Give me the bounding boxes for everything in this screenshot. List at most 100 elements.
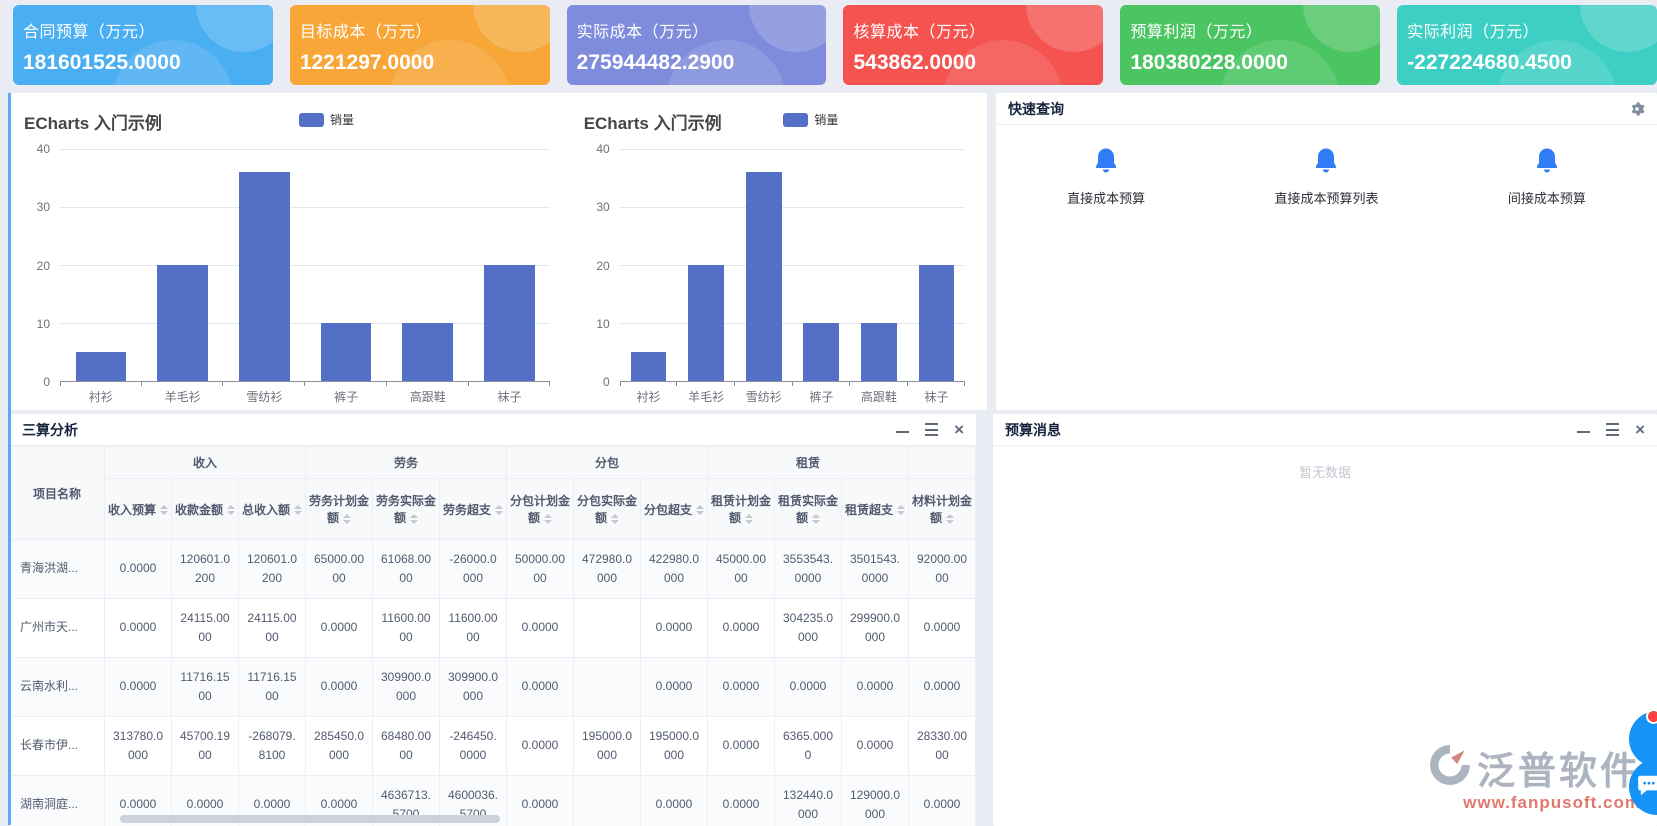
- y-tick-label: 40: [596, 142, 609, 156]
- cell-value: 120601.0200: [172, 540, 239, 599]
- stat-card: 核算成本（万元）543862.0000: [843, 5, 1103, 85]
- cell-value: 132440.0000: [775, 776, 842, 826]
- x-tick-label: 羊毛衫: [677, 382, 735, 406]
- quick-query-item[interactable]: 直接成本预算: [996, 147, 1216, 207]
- stat-card-value: -227224680.4500: [1407, 51, 1645, 75]
- table-row[interactable]: 广州市天...0.000024115.000024115.00000.00001…: [10, 599, 976, 658]
- menu-icon[interactable]: [925, 423, 938, 436]
- bar[interactable]: [746, 172, 782, 381]
- sort-caret-icon[interactable]: [227, 505, 235, 515]
- cell-value: 0.0000: [105, 599, 172, 658]
- chart-title: ECharts 入门示例: [24, 109, 162, 134]
- cell-value: 422980.0000: [641, 540, 708, 599]
- quick-item-label: 直接成本预算列表: [1274, 188, 1378, 207]
- bar[interactable]: [631, 352, 667, 381]
- quick-items: 直接成本预算直接成本预算列表 间接成本预算: [996, 125, 1657, 207]
- column-header[interactable]: 收入预算: [105, 479, 172, 540]
- bar[interactable]: [861, 323, 897, 381]
- quick-query-header: 快速查询: [996, 93, 1657, 125]
- cell-value: 65000.0000: [306, 540, 373, 599]
- cell-value: [574, 599, 641, 658]
- column-header-label: 租赁实际金额: [778, 494, 838, 525]
- column-header[interactable]: 收款金额: [172, 479, 239, 540]
- bar[interactable]: [484, 265, 535, 381]
- cell-value: 11716.1500: [172, 658, 239, 717]
- bar[interactable]: [402, 323, 453, 381]
- panel-title: 三算分析: [22, 420, 78, 440]
- table-row[interactable]: 长春市伊...313780.000045700.1900-268079.8100…: [10, 717, 976, 776]
- column-header[interactable]: 分包计划金额: [507, 479, 574, 540]
- column-header[interactable]: 材料计划金额: [909, 479, 976, 540]
- chart-legend[interactable]: 销量: [783, 111, 838, 128]
- quick-query-item[interactable]: 间接成本预算: [1437, 147, 1657, 207]
- group-header: [909, 447, 976, 479]
- cell-value: -268079.8100: [239, 717, 306, 776]
- column-header[interactable]: 劳务计划金额: [306, 479, 373, 540]
- x-tick-label: 衬衫: [60, 382, 142, 406]
- cell-value: 0.0000: [641, 599, 708, 658]
- column-header[interactable]: 总收入额: [239, 479, 306, 540]
- vendor-url-text: www.fanpusoft.com: [1429, 793, 1641, 813]
- charts-panel: ECharts 入门示例 销量 010203040 衬衫羊毛衫雪纺衫裤子高跟鞋袜…: [10, 93, 987, 410]
- sort-caret-icon[interactable]: [745, 514, 753, 524]
- stat-card-value: 181601525.0000: [23, 51, 261, 75]
- table-row[interactable]: 云南水利...0.000011716.150011716.15000.00003…: [10, 658, 976, 717]
- column-header[interactable]: 租赁计划金额: [708, 479, 775, 540]
- bar[interactable]: [239, 172, 290, 381]
- cell-value: 0.0000: [641, 658, 708, 717]
- sort-caret-icon[interactable]: [611, 514, 619, 524]
- sort-caret-icon[interactable]: [160, 505, 168, 515]
- bell-icon: [1535, 147, 1559, 178]
- x-tick-label: 羊毛衫: [142, 382, 224, 406]
- column-header[interactable]: 劳务超支: [440, 479, 507, 540]
- sort-caret-icon[interactable]: [495, 505, 503, 515]
- analysis-panel-header: 三算分析 ×: [10, 414, 976, 446]
- chart-legend[interactable]: 销量: [299, 111, 354, 128]
- sort-caret-icon[interactable]: [696, 505, 704, 515]
- budget-messages-body: 暂无数据 泛普软件 www.fanpusoft.com: [993, 446, 1657, 826]
- bar[interactable]: [688, 265, 724, 381]
- analysis-table-wrap: 项目名称收入劳务分包租赁收入预算收款金额总收入额劳务计划金额劳务实际金额劳务超支…: [10, 446, 976, 826]
- horizontal-scrollbar[interactable]: [120, 815, 500, 823]
- close-icon[interactable]: ×: [1635, 421, 1645, 438]
- sort-caret-icon[interactable]: [544, 514, 552, 524]
- y-tick-label: 0: [603, 375, 610, 389]
- column-header[interactable]: 租赁实际金额: [775, 479, 842, 540]
- cell-project-name: 长春市伊...: [10, 717, 105, 776]
- column-header-label: 劳务计划金额: [309, 494, 369, 525]
- bar[interactable]: [76, 352, 127, 381]
- sort-caret-icon[interactable]: [410, 514, 418, 524]
- column-header[interactable]: 劳务实际金额: [373, 479, 440, 540]
- analysis-table: 项目名称收入劳务分包租赁收入预算收款金额总收入额劳务计划金额劳务实际金额劳务超支…: [10, 446, 976, 826]
- minimize-icon[interactable]: [896, 431, 909, 433]
- column-header-label: 租赁超支: [845, 503, 893, 517]
- table-row[interactable]: 青海洪湖...0.0000120601.0200120601.020065000…: [10, 540, 976, 599]
- bar[interactable]: [803, 323, 839, 381]
- cell-value: 313780.0000: [105, 717, 172, 776]
- group-header: 分包: [507, 447, 708, 479]
- minimize-icon[interactable]: [1577, 431, 1590, 433]
- legend-label: 销量: [330, 111, 354, 128]
- sort-caret-icon[interactable]: [343, 514, 351, 524]
- cell-value: 299900.0000: [842, 599, 909, 658]
- bottom-row: 三算分析 × 项目名称收入劳务分包租赁收入预算收款金额总收入额劳务计划金额劳务实…: [0, 414, 1657, 826]
- column-header[interactable]: 分包超支: [641, 479, 708, 540]
- cell-value: 45700.1900: [172, 717, 239, 776]
- column-header[interactable]: 分包实际金额: [574, 479, 641, 540]
- cell-value: 0.0000: [842, 717, 909, 776]
- quick-query-item[interactable]: 直接成本预算列表: [1216, 147, 1436, 207]
- sort-caret-icon[interactable]: [294, 505, 302, 515]
- group-header: 租赁: [708, 447, 909, 479]
- menu-icon[interactable]: [1606, 423, 1619, 436]
- bar-slot: [60, 149, 142, 381]
- sort-caret-icon[interactable]: [897, 505, 905, 515]
- bar[interactable]: [919, 265, 955, 381]
- sort-caret-icon[interactable]: [946, 514, 954, 524]
- bar[interactable]: [157, 265, 208, 381]
- bar-slot: [142, 149, 224, 381]
- sort-caret-icon[interactable]: [812, 514, 820, 524]
- close-icon[interactable]: ×: [954, 421, 964, 438]
- bar[interactable]: [321, 323, 372, 381]
- column-header[interactable]: 租赁超支: [842, 479, 909, 540]
- gear-icon[interactable]: [1629, 101, 1645, 117]
